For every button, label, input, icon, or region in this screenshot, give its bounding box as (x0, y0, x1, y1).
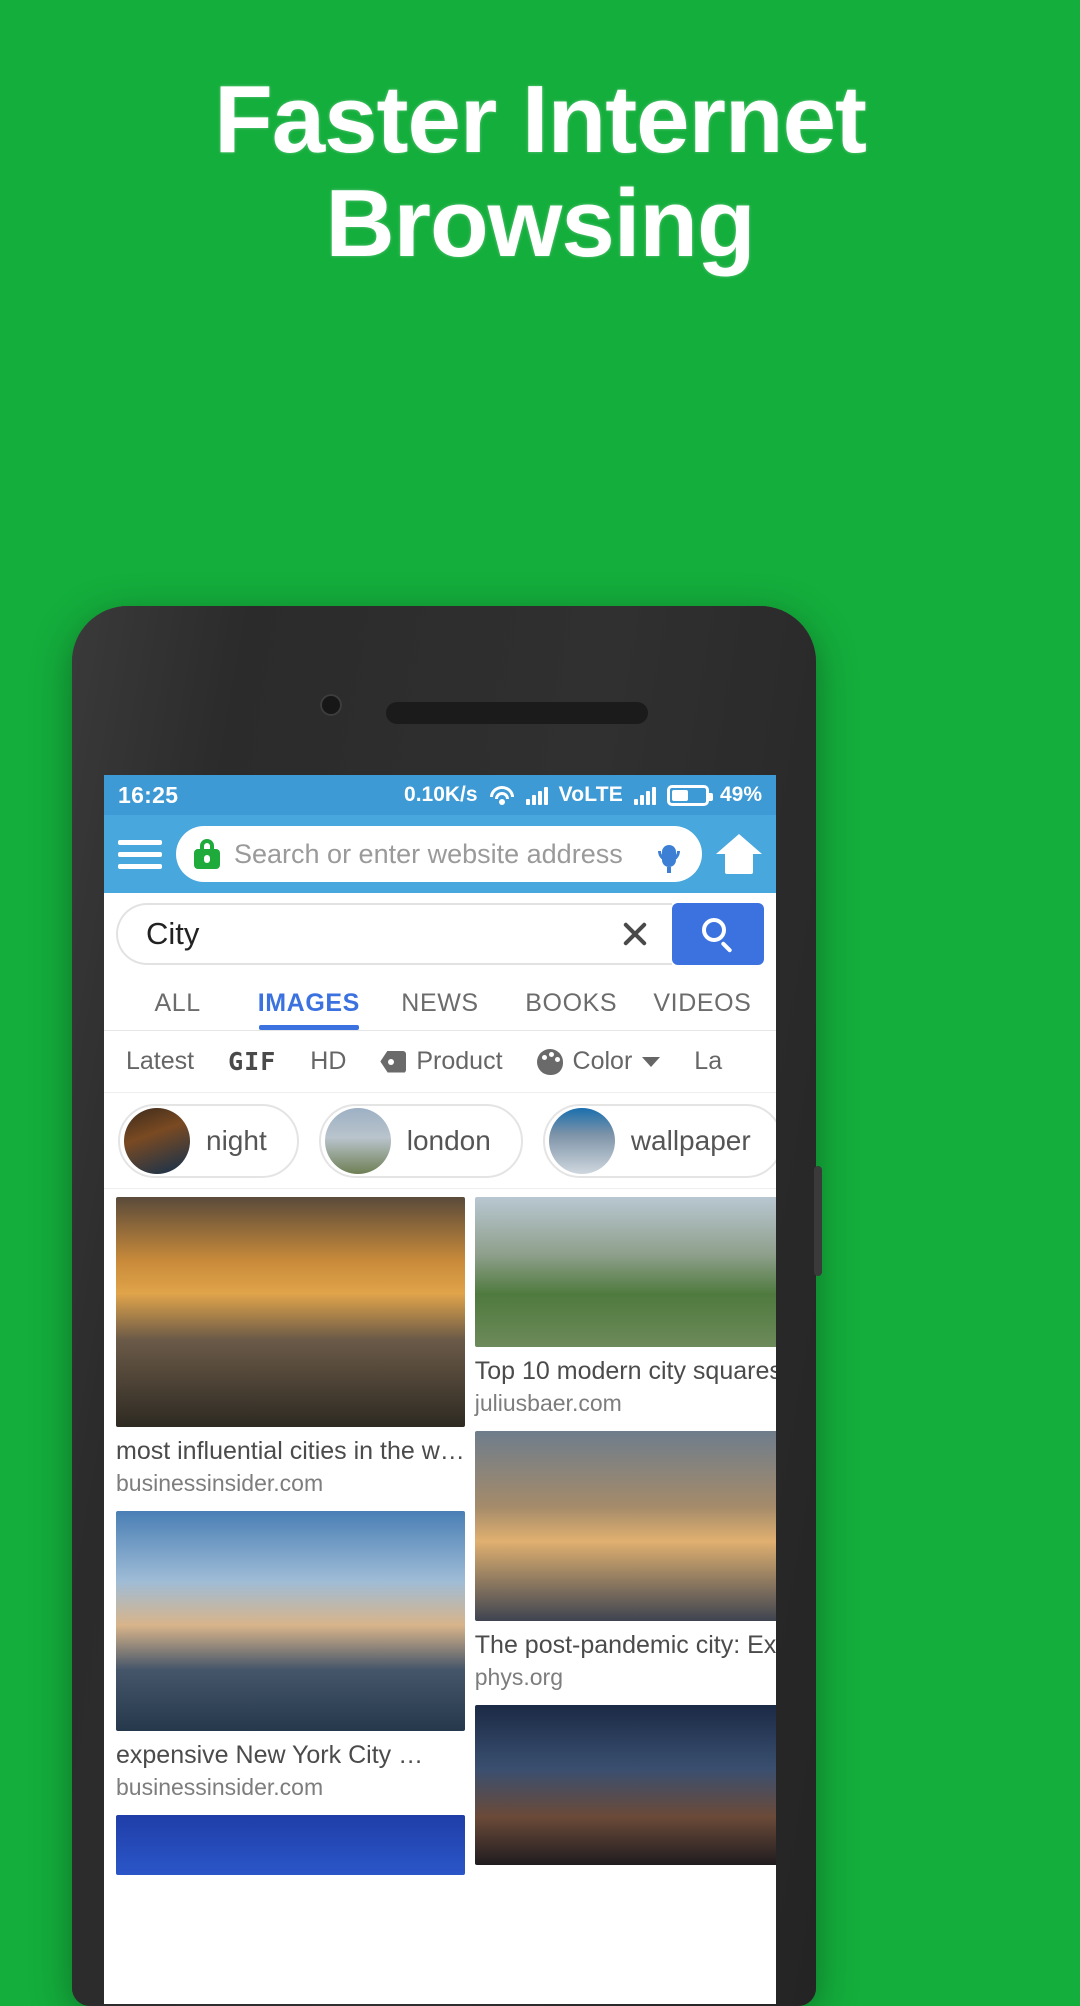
chevron-down-icon (642, 1056, 661, 1067)
result-card[interactable]: most influential cities in the w… busine… (116, 1197, 465, 1497)
result-card[interactable]: Top 10 modern city squares in… juliusbae… (474, 1197, 776, 1417)
battery-percent: 49% (719, 783, 762, 806)
result-source: businessinsider.com (116, 1470, 324, 1496)
status-time: 16:25 (118, 781, 179, 808)
result-thumbnail[interactable] (474, 1431, 776, 1621)
home-icon[interactable] (716, 834, 762, 874)
chip-night-label: night (206, 1124, 267, 1156)
result-thumbnail[interactable] (116, 1511, 465, 1731)
image-filter-row: Latest GIF HD Product Color La (104, 1031, 776, 1093)
front-camera-icon (320, 694, 342, 716)
result-thumbnail[interactable] (116, 1197, 465, 1427)
hamburger-menu-icon[interactable] (118, 839, 162, 869)
chip-london-label: london (406, 1124, 491, 1156)
result-thumbnail[interactable] (474, 1705, 776, 1865)
filter-gif[interactable]: GIF (228, 1047, 276, 1076)
battery-icon (666, 784, 713, 806)
phone-screen: 16:25 0.10K/s VoLTE 49% Search or enter … (104, 775, 776, 2004)
search-query-text: City (146, 916, 200, 951)
phone-mockup: 16:25 0.10K/s VoLTE 49% Search or enter … (72, 606, 822, 2006)
palette-icon (536, 1048, 563, 1075)
url-placeholder: Search or enter website address (234, 838, 623, 869)
result-title: expensive New York City … (116, 1741, 424, 1769)
filter-latest[interactable]: Latest (126, 1047, 194, 1076)
filter-color[interactable]: Color (536, 1047, 661, 1076)
filter-latest-label: Latest (126, 1047, 195, 1075)
result-card[interactable] (474, 1705, 776, 1865)
search-button[interactable] (672, 903, 764, 965)
result-title: most influential cities in the w… (116, 1437, 465, 1465)
chip-london[interactable]: london (318, 1103, 523, 1178)
search-icon (702, 918, 734, 954)
tab-books[interactable]: BOOKS (506, 989, 637, 1030)
tab-news[interactable]: NEWS (374, 989, 505, 1030)
microphone-icon[interactable] (658, 835, 680, 873)
tab-images[interactable]: IMAGES (243, 989, 374, 1030)
chip-wallpaper[interactable]: wallpaper (542, 1103, 776, 1178)
wifi-icon (489, 785, 515, 805)
search-category-tabs: ALL IMAGES NEWS BOOKS VIDEOS (104, 975, 776, 1031)
search-row: City (104, 893, 776, 975)
search-input[interactable]: City (116, 903, 672, 965)
tab-videos[interactable]: VIDEOS (637, 989, 768, 1030)
chip-night[interactable]: night (118, 1103, 299, 1178)
promo-headline-line-2: Browsing (325, 169, 755, 277)
result-source: juliusbaer.com (474, 1390, 622, 1416)
status-bar: 16:25 0.10K/s VoLTE 49% (104, 775, 776, 815)
volte-label: VoLTE (558, 783, 623, 806)
result-card[interactable] (116, 1815, 465, 1875)
result-source: phys.org (474, 1664, 563, 1690)
network-speed-text: 0.10K/s (404, 783, 478, 806)
result-source: businessinsider.com (116, 1774, 324, 1800)
filter-layout-label: La (694, 1047, 723, 1075)
filter-product-label: Product (416, 1047, 503, 1075)
wallpaper-thumbnail (548, 1107, 615, 1174)
result-card[interactable]: expensive New York City … businessinside… (116, 1511, 465, 1801)
result-title: The post-pandemic city: Expe… (474, 1631, 776, 1659)
result-thumbnail[interactable] (116, 1815, 465, 1875)
signal-bars-icon (525, 785, 548, 805)
night-thumbnail (124, 1107, 190, 1174)
london-thumbnail (324, 1107, 391, 1174)
signal-bars-icon-secondary (633, 785, 656, 805)
image-results-grid: most influential cities in the w… busine… (104, 1189, 776, 1875)
chip-wallpaper-label: wallpaper (630, 1124, 751, 1156)
related-search-chips: night london wallpaper (104, 1093, 776, 1189)
lock-icon (194, 839, 220, 869)
power-button[interactable] (814, 1166, 822, 1276)
result-title: Top 10 modern city squares in… (474, 1357, 776, 1385)
close-x-icon[interactable] (618, 917, 652, 951)
status-indicators: 0.10K/s VoLTE 49% (404, 783, 762, 807)
promo-headline-line-1: Faster Internet (214, 66, 867, 173)
filter-color-label: Color (572, 1047, 633, 1075)
filter-layout[interactable]: La (694, 1047, 722, 1076)
tab-all[interactable]: ALL (112, 989, 243, 1030)
browser-toolbar: Search or enter website address (104, 815, 776, 893)
result-thumbnail[interactable] (474, 1197, 776, 1347)
url-bar[interactable]: Search or enter website address (176, 826, 702, 882)
results-column-right: Top 10 modern city squares in… juliusbae… (474, 1197, 776, 1875)
tag-icon (380, 1050, 407, 1073)
earpiece-speaker (386, 702, 648, 724)
filter-hd-label: HD (310, 1047, 347, 1075)
filter-product[interactable]: Product (380, 1047, 503, 1076)
results-column-left: most influential cities in the w… busine… (116, 1197, 465, 1875)
filter-gif-label: GIF (228, 1047, 277, 1076)
promo-banner: Faster Internet Browsing (0, 0, 1080, 500)
filter-hd[interactable]: HD (310, 1047, 346, 1076)
result-card[interactable]: The post-pandemic city: Expe… phys.org (474, 1431, 776, 1691)
